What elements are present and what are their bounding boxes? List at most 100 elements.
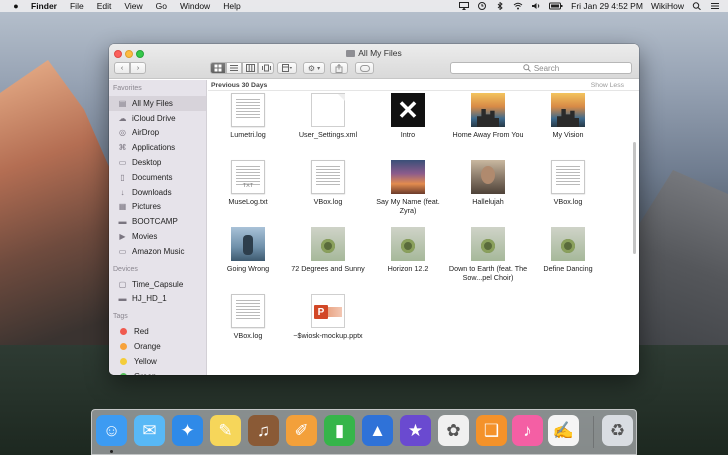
sidebar-item-all-my-files[interactable]: ▤ All My Files [109, 96, 206, 111]
sidebar-item-icloud-drive[interactable]: ☁ iCloud Drive [109, 111, 206, 126]
sidebar-item-bootcamp[interactable]: ▬ BOOTCAMP [109, 214, 206, 229]
file-thumbnail [231, 227, 265, 261]
volume-icon[interactable] [531, 2, 541, 10]
menu-go[interactable]: Go [156, 1, 167, 11]
airplay-icon[interactable] [459, 2, 470, 10]
sidebar-item-applications[interactable]: ⌘ Applications [109, 140, 206, 155]
column-view-button[interactable] [242, 62, 258, 74]
wifi-icon[interactable] [513, 2, 523, 10]
messages-icon[interactable]: ✉ [134, 415, 165, 446]
garageband-icon[interactable]: ♫ [248, 415, 279, 446]
pages-icon[interactable]: ✐ [286, 415, 317, 446]
file-thumbnail: TXT [231, 160, 265, 194]
cover-flow-button[interactable] [258, 62, 274, 74]
notes-icon[interactable]: ✎ [210, 415, 241, 446]
file-name: Intro [400, 130, 416, 139]
file-thumbnail [551, 227, 585, 261]
file-name: MuseLog.txt [228, 197, 268, 206]
bluetooth-icon[interactable] [495, 1, 505, 11]
action-menu-button[interactable]: ⚙ ▾ [303, 62, 325, 74]
time-machine-icon[interactable] [477, 2, 487, 10]
file-item[interactable]: Define Dancing [528, 227, 608, 273]
menubar-status-area: Fri Jan 29 4:52 PM WikiHow [459, 0, 728, 12]
drive-icon: ▬ [118, 294, 127, 304]
back-button[interactable]: ‹ [114, 62, 130, 74]
file-item[interactable]: VBox.log [288, 160, 368, 206]
menubar-clock[interactable]: Fri Jan 29 4:52 PM [571, 1, 643, 11]
file-item[interactable]: VBox.log [208, 294, 288, 340]
sidebar-item-airdrop[interactable]: ◎ AirDrop [109, 126, 206, 141]
file-item[interactable]: Lumetri.log [208, 93, 288, 139]
file-name: My Vision [552, 130, 584, 139]
arrange-button[interactable] [277, 62, 297, 74]
file-item[interactable]: My Vision [528, 93, 608, 139]
file-item[interactable]: Home Away From You [448, 93, 528, 139]
battery-icon[interactable] [549, 2, 563, 10]
menu-window[interactable]: Window [180, 1, 210, 11]
numbers-icon[interactable]: ▮ [324, 415, 355, 446]
itunes-icon[interactable]: ♪ [512, 415, 543, 446]
keynote-icon[interactable]: ▲ [362, 415, 393, 446]
sidebar-item-orange[interactable]: Orange [109, 339, 206, 354]
view-mode-buttons [210, 62, 274, 74]
file-name: Horizon 12.2 [387, 264, 429, 273]
file-item[interactable]: ✕ Intro [368, 93, 448, 139]
sidebar-item-amazon-music[interactable]: ▭ Amazon Music [109, 244, 206, 259]
file-item[interactable]: TXT MuseLog.txt [208, 160, 288, 206]
share-button[interactable] [330, 62, 348, 74]
file-item[interactable]: User_Settings.xml [288, 93, 368, 139]
list-view-button[interactable] [226, 62, 242, 74]
menu-edit[interactable]: Edit [97, 1, 112, 11]
show-less-link[interactable]: Show Less [591, 82, 624, 89]
sidebar-item-movies[interactable]: ▶ Movies [109, 229, 206, 244]
ibooks-icon[interactable]: ❑ [476, 415, 507, 446]
file-item[interactable]: VBox.log [528, 160, 608, 206]
sidebar-item-hj-hd-1[interactable]: ▬ HJ_HD_1 [109, 292, 206, 307]
forward-button[interactable]: › [130, 62, 146, 74]
file-item[interactable]: Hallelujah [448, 160, 528, 206]
sidebar-item-green[interactable]: Green [109, 369, 206, 375]
file-type-badge: TXT [242, 183, 254, 189]
menu-app-finder[interactable]: Finder [31, 1, 57, 11]
menu-help[interactable]: Help [223, 1, 240, 11]
vertical-scrollbar[interactable] [633, 142, 636, 254]
sidebar-item-red[interactable]: Red [109, 324, 206, 339]
file-thumbnail: ✕ [391, 93, 425, 127]
sidebar-item-time-capsule[interactable]: ▢ Time_Capsule [109, 277, 206, 292]
apple-menu-icon[interactable]: ● [11, 1, 21, 11]
file-name: VBox.log [553, 197, 583, 206]
file-name: User_Settings.xml [298, 130, 358, 139]
sidebar-item-desktop[interactable]: ▭ Desktop [109, 155, 206, 170]
gear-icon: ⚙ [307, 63, 316, 73]
sidebar: Favorites ▤ All My Files ☁ iCloud Drive ◎ Air… [109, 80, 207, 375]
menubar-user[interactable]: WikiHow [651, 1, 684, 11]
tag-color-dot [120, 357, 127, 365]
file-item[interactable]: ~$wiosk-mockup.pptx [288, 294, 368, 340]
photos-icon[interactable]: ✿ [438, 415, 469, 446]
imovie-icon[interactable]: ★ [400, 415, 431, 446]
file-item[interactable]: Horizon 12.2 [368, 227, 448, 273]
file-name: ~$wiosk-mockup.pptx [293, 331, 363, 340]
menu-view[interactable]: View [124, 1, 142, 11]
sidebar-item-yellow[interactable]: Yellow [109, 354, 206, 369]
file-item[interactable]: Say My Name (feat. Zyra) [368, 160, 448, 215]
file-item[interactable]: Going Wrong [208, 227, 288, 273]
tag-color-dot [120, 343, 127, 351]
textedit-icon[interactable]: ✍ [548, 415, 579, 446]
menu-list-icon[interactable] [710, 2, 720, 10]
search-field[interactable]: Search [450, 62, 632, 74]
sidebar-item-documents[interactable]: ▯ Documents [109, 170, 206, 185]
sidebar-item-pictures[interactable]: ▦ Pictures [109, 200, 206, 215]
finder-icon[interactable]: ☺ [96, 415, 127, 446]
sidebar-item-downloads[interactable]: ↓ Downloads [109, 185, 206, 200]
sidebar-item-label: Green [134, 372, 156, 375]
spotlight-icon[interactable] [692, 2, 702, 11]
trash-icon[interactable]: ♻ [602, 415, 633, 446]
file-item[interactable]: Down to Earth (feat. The Sow...pel Choir… [448, 227, 528, 282]
cloud-icon: ☁ [118, 113, 127, 123]
menu-file[interactable]: File [70, 1, 84, 11]
edit-tags-button[interactable] [355, 62, 374, 74]
safari-icon[interactable]: ✦ [172, 415, 203, 446]
icon-view-button[interactable] [210, 62, 226, 74]
file-item[interactable]: 72 Degrees and Sunny [288, 227, 368, 273]
